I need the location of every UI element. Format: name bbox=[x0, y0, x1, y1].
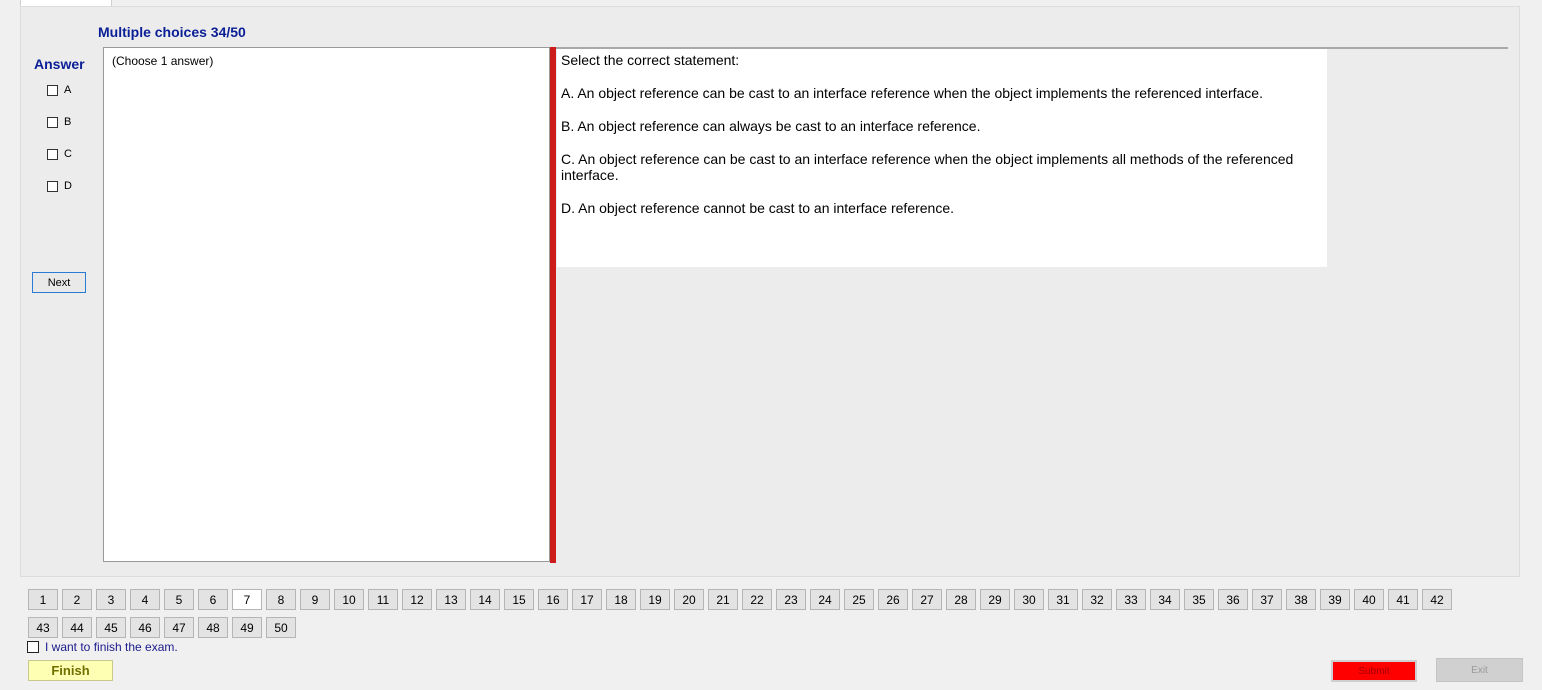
option-d-label: D bbox=[64, 180, 72, 192]
question-nav-button-8[interactable]: 8 bbox=[266, 589, 296, 610]
option-b-label: B bbox=[64, 116, 72, 128]
finish-exam-checkbox-label: I want to finish the exam. bbox=[45, 640, 178, 654]
finish-exam-checkbox-box[interactable] bbox=[27, 641, 39, 653]
question-nav-button-16[interactable]: 16 bbox=[538, 589, 568, 610]
question-nav-button-10[interactable]: 10 bbox=[334, 589, 364, 610]
question-nav-button-27[interactable]: 27 bbox=[912, 589, 942, 610]
question-nav-button-43[interactable]: 43 bbox=[28, 617, 58, 638]
panel-splitter[interactable] bbox=[550, 47, 556, 563]
question-nav-button-13[interactable]: 13 bbox=[436, 589, 466, 610]
question-nav-button-26[interactable]: 26 bbox=[878, 589, 908, 610]
question-choice-c: C. An object reference can be cast to an… bbox=[561, 151, 1294, 183]
question-nav-button-48[interactable]: 48 bbox=[198, 617, 228, 638]
question-nav-button-31[interactable]: 31 bbox=[1048, 589, 1078, 610]
question-nav-button-19[interactable]: 19 bbox=[640, 589, 670, 610]
next-button[interactable]: Next bbox=[32, 272, 86, 293]
question-nav-button-14[interactable]: 14 bbox=[470, 589, 500, 610]
question-nav-button-1[interactable]: 1 bbox=[28, 589, 58, 610]
question-nav-button-6[interactable]: 6 bbox=[198, 589, 228, 610]
option-c-checkbox[interactable] bbox=[47, 148, 58, 160]
question-nav-button-47[interactable]: 47 bbox=[164, 617, 194, 638]
question-nav-button-49[interactable]: 49 bbox=[232, 617, 262, 638]
option-a-checkbox[interactable] bbox=[47, 84, 58, 96]
question-nav-button-45[interactable]: 45 bbox=[96, 617, 126, 638]
answer-label: Answer bbox=[34, 56, 85, 72]
question-nav-button-33[interactable]: 33 bbox=[1116, 589, 1146, 610]
question-nav-button-50[interactable]: 50 bbox=[266, 617, 296, 638]
question-nav-button-32[interactable]: 32 bbox=[1082, 589, 1112, 610]
question-prompt: Select the correct statement: bbox=[561, 52, 740, 68]
option-d[interactable]: D bbox=[47, 180, 72, 192]
question-nav-button-18[interactable]: 18 bbox=[606, 589, 636, 610]
option-c[interactable]: C bbox=[47, 148, 72, 160]
question-nav-button-40[interactable]: 40 bbox=[1354, 589, 1384, 610]
finish-button[interactable]: Finish bbox=[28, 660, 113, 681]
option-b-checkbox[interactable] bbox=[47, 116, 58, 128]
question-nav-button-17[interactable]: 17 bbox=[572, 589, 602, 610]
question-nav-button-11[interactable]: 11 bbox=[368, 589, 398, 610]
question-nav-button-25[interactable]: 25 bbox=[844, 589, 874, 610]
question-nav-button-7[interactable]: 7 bbox=[232, 589, 262, 610]
option-d-checkbox[interactable] bbox=[47, 180, 58, 192]
question-text-box: Select the correct statement: A. An obje… bbox=[557, 49, 1327, 267]
question-nav-button-15[interactable]: 15 bbox=[504, 589, 534, 610]
question-choice-b: B. An object reference can always be cas… bbox=[561, 118, 981, 134]
option-b[interactable]: B bbox=[47, 116, 71, 128]
question-nav-button-35[interactable]: 35 bbox=[1184, 589, 1214, 610]
question-nav-button-21[interactable]: 21 bbox=[708, 589, 738, 610]
question-nav-button-22[interactable]: 22 bbox=[742, 589, 772, 610]
option-a-label: A bbox=[64, 84, 72, 96]
finish-exam-checkbox[interactable]: I want to finish the exam. bbox=[27, 640, 178, 654]
exit-button[interactable]: Exit bbox=[1436, 658, 1523, 682]
question-nav-button-37[interactable]: 37 bbox=[1252, 589, 1282, 610]
question-nav-button-28[interactable]: 28 bbox=[946, 589, 976, 610]
question-nav-button-30[interactable]: 30 bbox=[1014, 589, 1044, 610]
question-nav-button-44[interactable]: 44 bbox=[62, 617, 92, 638]
question-nav-button-42[interactable]: 42 bbox=[1422, 589, 1452, 610]
question-nav-button-20[interactable]: 20 bbox=[674, 589, 704, 610]
answer-instruction: (Choose 1 answer) bbox=[112, 54, 214, 68]
question-nav-button-12[interactable]: 12 bbox=[402, 589, 432, 610]
page-title: Multiple choices 34/50 bbox=[98, 24, 246, 40]
question-nav-button-23[interactable]: 23 bbox=[776, 589, 806, 610]
question-nav-button-4[interactable]: 4 bbox=[130, 589, 160, 610]
answer-textbox[interactable]: (Choose 1 answer) bbox=[103, 47, 550, 562]
submit-button[interactable]: Submit bbox=[1331, 660, 1417, 682]
question-nav-button-38[interactable]: 38 bbox=[1286, 589, 1316, 610]
question-nav-button-46[interactable]: 46 bbox=[130, 617, 160, 638]
question-nav-button-29[interactable]: 29 bbox=[980, 589, 1010, 610]
question-nav-button-2[interactable]: 2 bbox=[62, 589, 92, 610]
question-nav-button-3[interactable]: 3 bbox=[96, 589, 126, 610]
question-nav-button-5[interactable]: 5 bbox=[164, 589, 194, 610]
question-choice-d: D. An object reference cannot be cast to… bbox=[561, 200, 955, 216]
question-nav-button-41[interactable]: 41 bbox=[1388, 589, 1418, 610]
question-nav-button-24[interactable]: 24 bbox=[810, 589, 840, 610]
option-a[interactable]: A bbox=[47, 84, 71, 96]
question-nav-button-39[interactable]: 39 bbox=[1320, 589, 1350, 610]
question-nav-button-36[interactable]: 36 bbox=[1218, 589, 1248, 610]
option-c-label: C bbox=[64, 148, 72, 160]
question-nav-button-34[interactable]: 34 bbox=[1150, 589, 1180, 610]
question-nav-button-9[interactable]: 9 bbox=[300, 589, 330, 610]
question-choice-a: A. An object reference can be cast to an… bbox=[561, 85, 1263, 101]
